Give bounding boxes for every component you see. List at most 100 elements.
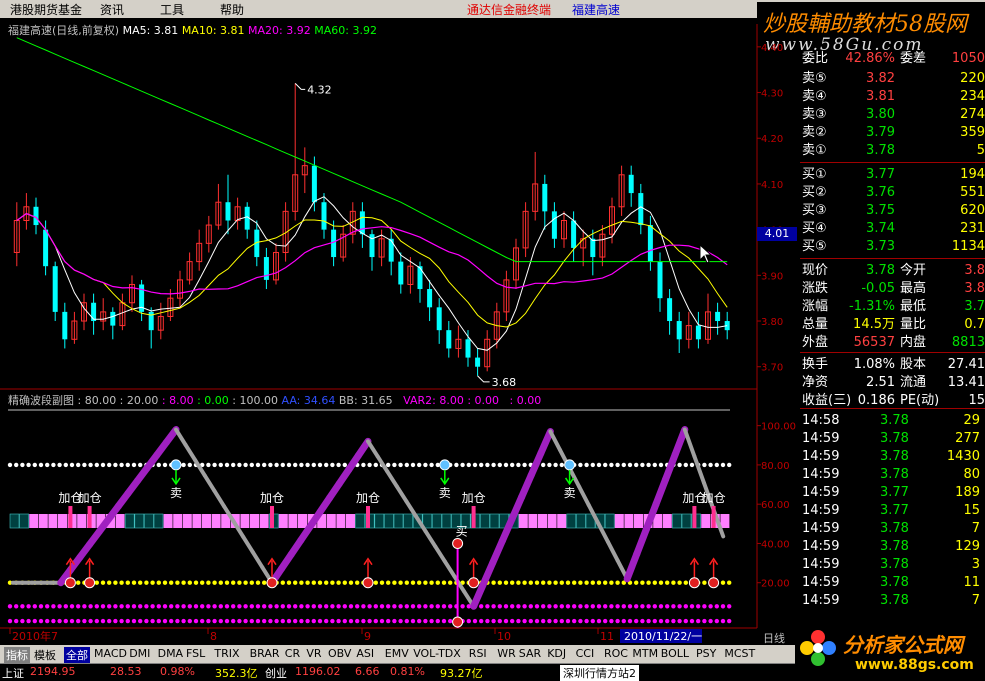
osc-fall-segment	[385, 469, 399, 489]
indicator-tab-asi[interactable]: ASI	[356, 647, 374, 660]
indicator-tab-cr[interactable]: CR	[285, 647, 300, 660]
dot-line-8	[689, 604, 695, 609]
tick-volume: 80	[963, 467, 980, 482]
band-strip-cell	[701, 514, 711, 528]
chart-area[interactable]: 4.404.304.204.104.003.903.803.704.323.68…	[0, 18, 800, 646]
price-tick-label: 3.90	[761, 271, 783, 282]
dot-line-8	[392, 604, 397, 609]
dot-line-20	[534, 580, 540, 585]
band-strip-cell	[163, 514, 173, 528]
dot-line-8	[311, 604, 316, 609]
band-strip-cell	[557, 514, 567, 528]
tick-time: 14:59	[802, 575, 840, 590]
dot-line-8	[113, 604, 118, 609]
osc-fall-segment	[577, 484, 591, 508]
indicator-tab-dma[interactable]: DMA	[158, 647, 184, 660]
terminal-link[interactable]: 通达信金融终端	[467, 1, 551, 18]
menu-item-info[interactable]: 资讯	[100, 1, 124, 18]
ma10-label: MA10: 3.81	[181, 24, 245, 37]
menu-item-hk-futures[interactable]: 港股期货基金	[10, 1, 82, 18]
dot-line-80	[131, 462, 137, 468]
indicator-tab-dmi[interactable]: DMI	[129, 647, 150, 660]
dot-line-0	[683, 618, 688, 624]
indicator-tab-psy[interactable]: PSY	[696, 647, 716, 660]
dot-line-80	[299, 462, 304, 468]
dot-line-80	[14, 462, 19, 468]
stat-value-2: 8813	[951, 335, 985, 350]
dot-line-8	[652, 604, 657, 609]
indicator-tab-macd[interactable]: MACD	[94, 647, 127, 660]
dot-line-8	[88, 604, 93, 609]
dot-line-0	[26, 618, 31, 624]
indicator-tab--[interactable]: 指标	[4, 647, 30, 663]
dot-line-0	[472, 618, 478, 624]
indicator-tab-rsi[interactable]: RSI	[469, 647, 487, 660]
dot-line-20	[131, 580, 137, 585]
candle-body-down	[52, 266, 58, 312]
indicator-tab--[interactable]: 全部	[64, 647, 90, 663]
dot-line-80	[218, 462, 223, 468]
dot-line-0	[262, 618, 267, 624]
osc-fall-segment	[433, 544, 447, 564]
dot-line-8	[131, 604, 137, 609]
dot-line-0	[627, 618, 633, 624]
stock-name-link[interactable]: 福建高速	[572, 1, 620, 18]
menu-item-help[interactable]: 帮助	[220, 1, 244, 18]
dot-line-8	[187, 604, 192, 609]
band-strip-cell	[336, 514, 346, 528]
sell-level-row: 卖⑤ 3.82 220	[800, 70, 985, 88]
indicator-tab-roc[interactable]: ROC	[604, 647, 628, 660]
indicator-tab-vol-tdx[interactable]: VOL-TDX	[413, 647, 461, 660]
buy-level-row: 买② 3.76 551	[800, 184, 985, 202]
tick-price: 3.78	[880, 521, 909, 536]
indicator-tab-wr[interactable]: WR	[497, 647, 516, 660]
dot-line-80	[578, 462, 583, 468]
dot-line-8	[683, 604, 688, 609]
tick-row: 14:59 3.78 7	[800, 592, 985, 610]
indicator-tab-mcst[interactable]: MCST	[724, 647, 755, 660]
indicator-tab-emv[interactable]: EMV	[385, 647, 409, 660]
dot-line-20	[429, 580, 434, 585]
quote-stat-row: 涨跌 -0.05 最高 3.8	[800, 280, 985, 298]
indicator-tab-obv[interactable]: OBV	[328, 647, 351, 660]
dot-line-8	[460, 604, 465, 609]
band-strip-cell	[518, 514, 528, 528]
dot-line-80	[522, 462, 527, 468]
indicator-tab-brar[interactable]: BRAR	[250, 647, 280, 660]
sell-level-price: 3.82	[866, 71, 895, 86]
dot-line-20	[671, 580, 676, 585]
dot-line-0	[714, 618, 719, 624]
osc-rise-segment	[354, 437, 372, 459]
osc-rise-segment	[479, 559, 497, 588]
osc-fall-segment	[183, 442, 198, 463]
buy-top-ball-icon	[452, 537, 464, 549]
dot-line-0	[578, 618, 583, 624]
tick-price: 3.78	[880, 593, 909, 608]
band-strip-cell	[393, 513, 404, 529]
indicator-tab-sar[interactable]: SAR	[519, 647, 541, 660]
osc-rise-segment	[162, 426, 180, 446]
osc-rise-segment	[518, 471, 535, 501]
buy-level-volume: 551	[960, 185, 985, 200]
indicator-tab-trix[interactable]: TRIX	[214, 647, 239, 660]
indicator-tab-mtm[interactable]: MTM	[632, 647, 658, 660]
sell-level-row: 卖③ 3.80 274	[800, 106, 985, 124]
add-position-bar	[87, 506, 92, 528]
buy-level-volume: 1134	[951, 239, 985, 254]
indicator-tab-kdj[interactable]: KDJ	[547, 647, 566, 660]
indicator-tab-vr[interactable]: VR	[306, 647, 321, 660]
menu-item-tools[interactable]: 工具	[160, 1, 184, 18]
candle-body-down	[465, 339, 471, 358]
dot-line-0	[565, 618, 571, 624]
indicator-tab--[interactable]: 模板	[34, 647, 56, 663]
indicator-tab-cci[interactable]: CCI	[576, 647, 595, 660]
add-position-bar	[692, 506, 697, 528]
dot-line-80	[113, 462, 118, 468]
dot-line-8	[708, 604, 713, 609]
tick-row: 14:59 3.78 11	[800, 574, 985, 592]
dot-line-8	[262, 604, 267, 609]
indicator-tab-fsl[interactable]: FSL	[186, 647, 205, 660]
indicator-tab-boll[interactable]: BOLL	[661, 647, 689, 660]
status-server[interactable]: 深圳行情方站2	[560, 665, 639, 681]
dot-line-80	[361, 462, 366, 468]
